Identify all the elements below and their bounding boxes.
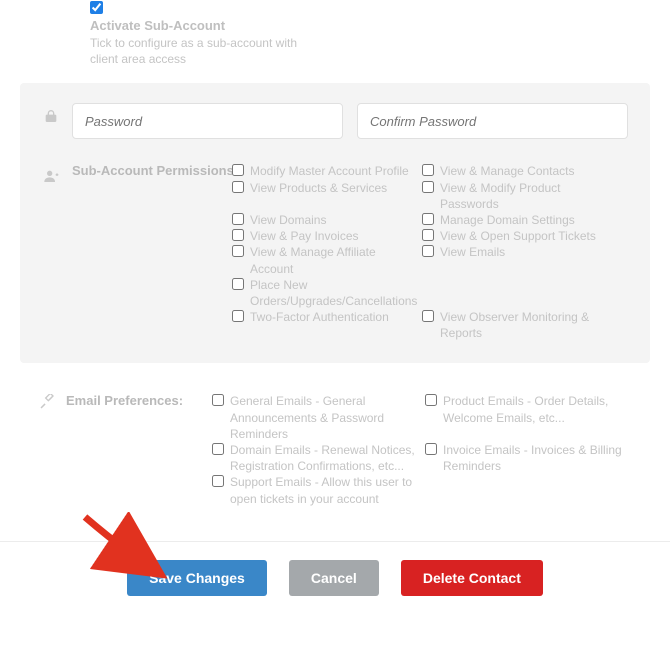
activate-subaccount-block: Activate Sub-Account Tick to configure a…: [0, 0, 670, 73]
perm-support-tickets[interactable]: View & Open Support Tickets: [422, 228, 602, 244]
subaccount-panel: Sub-Account Permissions: Modify Master A…: [20, 83, 650, 363]
email-label: Support Emails - Allow this user to open…: [230, 474, 415, 506]
perm-2fa[interactable]: Two-Factor Authentication: [232, 309, 412, 325]
email-label: Invoice Emails - Invoices & Billing Remi…: [443, 442, 628, 474]
perm-affiliate[interactable]: View & Manage Affiliate Account: [232, 244, 412, 276]
perm-label: View Products & Services: [250, 180, 387, 196]
cancel-button[interactable]: Cancel: [289, 560, 379, 596]
perm-label: Two-Factor Authentication: [250, 309, 389, 325]
user-icon: [42, 167, 60, 185]
perm-affiliate-checkbox[interactable]: [232, 245, 244, 257]
perm-view-emails-checkbox[interactable]: [422, 245, 434, 257]
perm-manage-domain-settings-checkbox[interactable]: [422, 213, 434, 225]
action-buttons-row: Save Changes Cancel Delete Contact: [0, 542, 670, 622]
perm-view-emails[interactable]: View Emails: [422, 244, 602, 260]
email-domain[interactable]: Domain Emails - Renewal Notices, Registr…: [212, 442, 415, 474]
perm-label: View & Modify Product Passwords: [440, 180, 602, 212]
perm-label: View & Manage Affiliate Account: [250, 244, 412, 276]
perm-label: View Observer Monitoring & Reports: [440, 309, 602, 341]
perm-pay-invoices[interactable]: View & Pay Invoices: [232, 228, 412, 244]
perm-label: View Domains: [250, 212, 326, 228]
perm-manage-contacts-checkbox[interactable]: [422, 164, 434, 176]
activate-subaccount-label: Activate Sub-Account: [90, 0, 650, 33]
perm-label: View & Pay Invoices: [250, 228, 359, 244]
perm-view-domains[interactable]: View Domains: [232, 212, 412, 228]
email-label: General Emails - General Announcements &…: [230, 393, 415, 442]
password-row: [42, 103, 628, 139]
email-general-checkbox[interactable]: [212, 394, 224, 406]
perm-modify-product-pw[interactable]: View & Modify Product Passwords: [422, 180, 602, 212]
tools-icon: [38, 393, 56, 411]
perm-modify-master-checkbox[interactable]: [232, 164, 244, 176]
perm-place-orders[interactable]: Place New Orders/Upgrades/Cancellations: [232, 277, 412, 309]
perm-modify-product-pw-checkbox[interactable]: [422, 181, 434, 193]
perm-view-products-checkbox[interactable]: [232, 181, 244, 193]
email-invoice-checkbox[interactable]: [425, 443, 437, 455]
perm-place-orders-checkbox[interactable]: [232, 278, 244, 290]
perm-label: Manage Domain Settings: [440, 212, 575, 228]
password-input[interactable]: [72, 103, 343, 139]
perm-label: Modify Master Account Profile: [250, 163, 409, 179]
perm-support-tickets-checkbox[interactable]: [422, 229, 434, 241]
permissions-row: Sub-Account Permissions: Modify Master A…: [42, 163, 628, 341]
email-product-checkbox[interactable]: [425, 394, 437, 406]
save-button[interactable]: Save Changes: [127, 560, 267, 596]
email-general[interactable]: General Emails - General Announcements &…: [212, 393, 415, 442]
permissions-title: Sub-Account Permissions:: [72, 163, 222, 178]
email-preferences-section: Email Preferences: General Emails - Gene…: [0, 379, 670, 530]
perm-2fa-checkbox[interactable]: [232, 310, 244, 322]
perm-label: View Emails: [440, 244, 505, 260]
perm-view-domains-checkbox[interactable]: [232, 213, 244, 225]
lock-icon: [42, 107, 60, 125]
activate-subaccount-help: Tick to configure as a sub-account with …: [90, 33, 300, 67]
email-domain-checkbox[interactable]: [212, 443, 224, 455]
perm-manage-contacts[interactable]: View & Manage Contacts: [422, 163, 602, 179]
delete-contact-button[interactable]: Delete Contact: [401, 560, 543, 596]
perm-manage-domain-settings[interactable]: Manage Domain Settings: [422, 212, 602, 228]
perm-label: View & Manage Contacts: [440, 163, 575, 179]
email-support[interactable]: Support Emails - Allow this user to open…: [212, 474, 415, 506]
email-preferences-title: Email Preferences:: [66, 393, 183, 408]
activate-subaccount-checkbox[interactable]: [90, 1, 103, 14]
email-label: Product Emails - Order Details, Welcome …: [443, 393, 628, 425]
perm-observer-reports[interactable]: View Observer Monitoring & Reports: [422, 309, 602, 341]
perm-view-products[interactable]: View Products & Services: [232, 180, 412, 196]
perm-modify-master[interactable]: Modify Master Account Profile: [232, 163, 412, 179]
email-invoice[interactable]: Invoice Emails - Invoices & Billing Remi…: [425, 442, 628, 474]
perm-pay-invoices-checkbox[interactable]: [232, 229, 244, 241]
email-label: Domain Emails - Renewal Notices, Registr…: [230, 442, 415, 474]
email-product[interactable]: Product Emails - Order Details, Welcome …: [425, 393, 628, 425]
email-support-checkbox[interactable]: [212, 475, 224, 487]
perm-observer-reports-checkbox[interactable]: [422, 310, 434, 322]
perm-label: Place New Orders/Upgrades/Cancellations: [250, 277, 417, 309]
confirm-password-input[interactable]: [357, 103, 628, 139]
perm-label: View & Open Support Tickets: [440, 228, 596, 244]
